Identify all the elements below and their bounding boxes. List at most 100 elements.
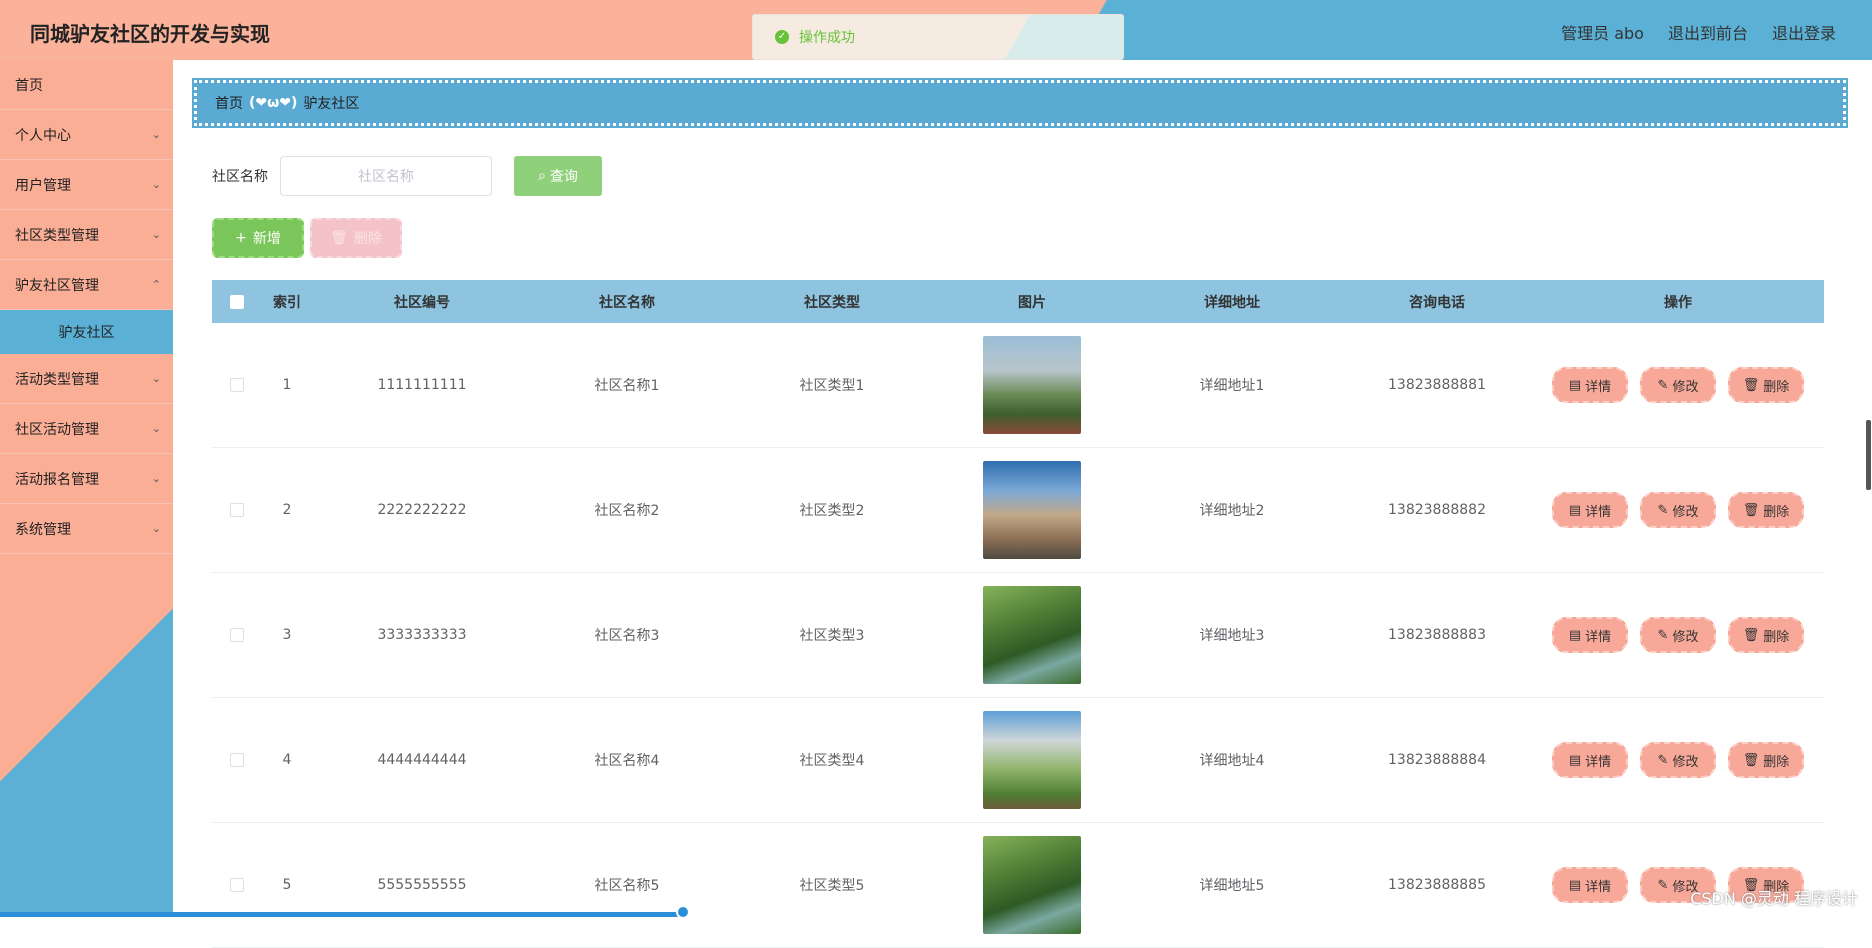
chevron-down-icon: ⌄ — [152, 422, 161, 435]
sidebar-item-label: 驴友社区管理 — [15, 275, 99, 295]
cell-image — [942, 336, 1122, 434]
community-thumbnail[interactable] — [983, 336, 1081, 434]
sidebar-item-label: 用户管理 — [15, 175, 71, 195]
document-icon: ▤ — [1569, 878, 1581, 893]
header-image: 图片 — [942, 292, 1122, 312]
cell-type: 社区类型3 — [722, 625, 942, 645]
header-phone: 咨询电话 — [1342, 292, 1532, 312]
batch-delete-button[interactable]: 🗑 删除 — [310, 218, 402, 258]
delete-button[interactable]: 🗑删除 — [1728, 367, 1804, 403]
pencil-icon: ✎ — [1658, 878, 1669, 893]
sidebar-item-community-activity[interactable]: 社区活动管理 ⌄ — [0, 404, 173, 454]
edit-button[interactable]: ✎修改 — [1640, 367, 1716, 403]
sidebar-item-activity-type[interactable]: 活动类型管理 ⌄ — [0, 354, 173, 404]
select-all-checkbox[interactable] — [230, 295, 244, 309]
document-icon: ▤ — [1569, 753, 1581, 768]
trash-icon: 🗑 — [330, 230, 348, 246]
detail-button[interactable]: ▤详情 — [1552, 617, 1628, 653]
cell-name: 社区名称2 — [532, 500, 722, 520]
current-user: 管理员 abo — [1561, 20, 1644, 44]
community-thumbnail[interactable] — [983, 836, 1081, 934]
cell-type: 社区类型1 — [722, 375, 942, 395]
plus-icon: + — [235, 230, 247, 246]
cell-type: 社区类型4 — [722, 750, 942, 770]
detail-button[interactable]: ▤详情 — [1552, 492, 1628, 528]
toast-message: 操作成功 — [799, 27, 855, 47]
search-button[interactable]: ⌕ 查询 — [514, 156, 602, 196]
horizontal-scrollbar[interactable] — [0, 912, 685, 917]
row-checkbox[interactable] — [230, 628, 244, 642]
row-check-cell — [212, 628, 262, 642]
edit-label: 修改 — [1672, 376, 1698, 395]
row-checkbox[interactable] — [230, 503, 244, 517]
sidebar-item-system[interactable]: 系统管理 ⌄ — [0, 504, 173, 554]
sidebar-item-label: 活动报名管理 — [15, 469, 99, 489]
chevron-down-icon: ⌄ — [152, 372, 161, 385]
sidebar-item-home[interactable]: 首页 — [0, 60, 173, 110]
detail-button[interactable]: ▤详情 — [1552, 742, 1628, 778]
edit-button[interactable]: ✎修改 — [1640, 742, 1716, 778]
community-thumbnail[interactable] — [983, 586, 1081, 684]
cell-index: 1 — [262, 377, 312, 393]
detail-label: 详情 — [1585, 501, 1611, 520]
row-checkbox[interactable] — [230, 378, 244, 392]
community-thumbnail[interactable] — [983, 461, 1081, 559]
sidebar-item-label: 社区活动管理 — [15, 419, 99, 439]
pencil-icon: ✎ — [1658, 503, 1669, 518]
delete-button[interactable]: 🗑删除 — [1728, 492, 1804, 528]
table-row: 2 2222222222 社区名称2 社区类型2 详细地址2 138238888… — [212, 448, 1824, 573]
delete-label: 删除 — [1763, 376, 1789, 395]
row-checkbox[interactable] — [230, 753, 244, 767]
exit-to-front-link[interactable]: 退出到前台 — [1668, 20, 1748, 44]
row-checkbox[interactable] — [230, 878, 244, 892]
edit-button[interactable]: ✎修改 — [1640, 617, 1716, 653]
cell-actions: ▤详情 ✎修改 🗑删除 — [1532, 367, 1824, 403]
add-button[interactable]: + 新增 — [212, 218, 304, 258]
table-header: 索引 社区编号 社区名称 社区类型 图片 详细地址 咨询电话 操作 — [212, 280, 1824, 323]
delete-button[interactable]: 🗑删除 — [1728, 742, 1804, 778]
cell-name: 社区名称1 — [532, 375, 722, 395]
cell-number: 1111111111 — [312, 377, 532, 393]
sidebar-subitem-label: 驴友社区 — [59, 322, 115, 342]
delete-label: 删除 — [1763, 626, 1789, 645]
chevron-down-icon: ⌄ — [152, 522, 161, 535]
delete-button[interactable]: 🗑删除 — [1728, 617, 1804, 653]
detail-button[interactable]: ▤详情 — [1552, 867, 1628, 903]
table-row: 3 3333333333 社区名称3 社区类型3 详细地址3 138238888… — [212, 573, 1824, 698]
edit-label: 修改 — [1672, 626, 1698, 645]
sidebar-item-community-type[interactable]: 社区类型管理 ⌄ — [0, 210, 173, 260]
trash-icon: 🗑 — [1743, 628, 1760, 643]
breadcrumb-current: 驴友社区 — [303, 93, 359, 113]
cell-number: 5555555555 — [312, 877, 532, 893]
cell-name: 社区名称3 — [532, 625, 722, 645]
cell-image — [942, 461, 1122, 559]
sidebar-item-community-management[interactable]: 驴友社区管理 ⌃ — [0, 260, 173, 310]
sidebar-item-activity-signup[interactable]: 活动报名管理 ⌄ — [0, 454, 173, 504]
sidebar-item-user-management[interactable]: 用户管理 ⌄ — [0, 160, 173, 210]
batch-delete-label: 删除 — [354, 228, 382, 248]
cell-index: 4 — [262, 752, 312, 768]
search-input[interactable]: 社区名称 — [280, 156, 492, 196]
trash-icon: 🗑 — [1743, 753, 1760, 768]
cell-actions: ▤详情 ✎修改 🗑删除 — [1532, 617, 1824, 653]
cell-address: 详细地址2 — [1122, 500, 1342, 520]
sidebar-subitem-community[interactable]: 驴友社区 — [0, 310, 173, 354]
cell-phone: 13823888885 — [1342, 877, 1532, 893]
cell-image — [942, 711, 1122, 809]
cell-address: 详细地址1 — [1122, 375, 1342, 395]
community-thumbnail[interactable] — [983, 711, 1081, 809]
table-body: 1 1111111111 社区名称1 社区类型1 详细地址1 138238888… — [212, 323, 1824, 948]
header-links: 管理员 abo 退出到前台 退出登录 — [1561, 20, 1836, 44]
document-icon: ▤ — [1569, 378, 1581, 393]
breadcrumb-home[interactable]: 首页 — [215, 93, 243, 113]
trash-icon: 🗑 — [1743, 503, 1760, 518]
vertical-scrollbar[interactable] — [1866, 420, 1871, 490]
cell-phone: 13823888882 — [1342, 502, 1532, 518]
edit-label: 修改 — [1672, 501, 1698, 520]
detail-button[interactable]: ▤详情 — [1552, 367, 1628, 403]
delete-label: 删除 — [1763, 751, 1789, 770]
logout-link[interactable]: 退出登录 — [1772, 20, 1836, 44]
edit-button[interactable]: ✎修改 — [1640, 492, 1716, 528]
sidebar-item-personal-center[interactable]: 个人中心 ⌄ — [0, 110, 173, 160]
pencil-icon: ✎ — [1658, 378, 1669, 393]
